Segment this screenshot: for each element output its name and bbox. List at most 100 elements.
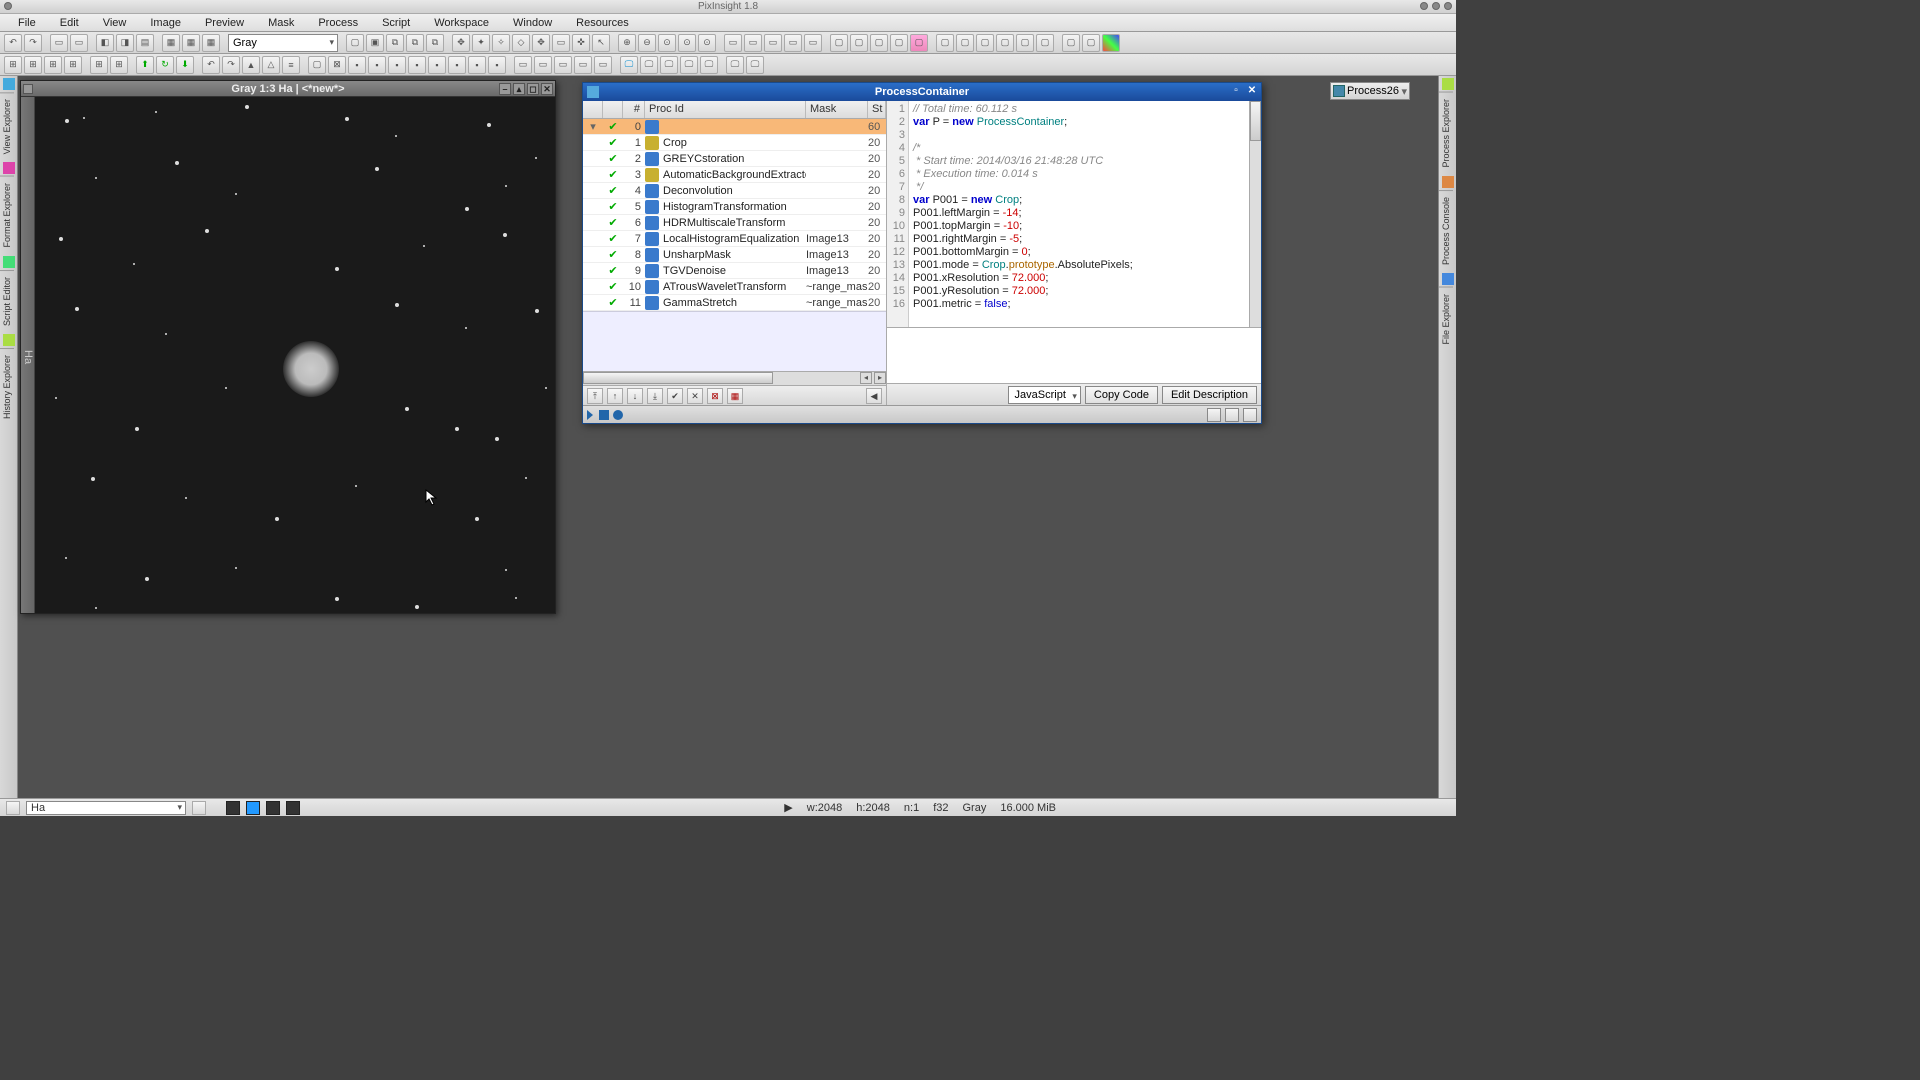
undo-icon[interactable]: ↶ [4, 34, 22, 52]
move-down-icon[interactable]: ↓ [627, 388, 643, 404]
tb-btn[interactable]: ▪ [468, 56, 486, 74]
scroll-left-icon[interactable]: ◂ [860, 372, 872, 384]
tb-btn[interactable]: ▢ [996, 34, 1014, 52]
tb-btn[interactable]: ▢ [1036, 34, 1054, 52]
tb-btn[interactable]: ✥ [532, 34, 550, 52]
tb-btn[interactable]: ▭ [804, 34, 822, 52]
zoom-in-icon[interactable]: ⊕ [618, 34, 636, 52]
tb-btn[interactable]: ≡ [282, 56, 300, 74]
menu-view[interactable]: View [91, 15, 139, 31]
menu-workspace[interactable]: Workspace [422, 15, 501, 31]
tb-btn[interactable]: ⧉ [426, 34, 444, 52]
process-row[interactable]: ✔2GREYCstoration20 [583, 151, 886, 167]
menu-file[interactable]: File [6, 15, 48, 31]
panel-tab-process-console[interactable]: Process Console [1439, 190, 1453, 271]
status-btn[interactable] [6, 801, 20, 815]
panel-tab-view-explorer[interactable]: View Explorer [0, 92, 14, 160]
grid-icon[interactable]: ⊞ [44, 56, 62, 74]
collapse-icon[interactable]: ◀ [866, 388, 882, 404]
tb-btn[interactable]: ▭ [724, 34, 742, 52]
menu-script[interactable]: Script [370, 15, 422, 31]
move-up-icon[interactable]: ↑ [607, 388, 623, 404]
code-source[interactable]: // Total time: 60.112 s var P = new Proc… [909, 101, 1261, 327]
process-row[interactable]: ▾✔060 [583, 119, 886, 135]
tb-btn[interactable]: ▦ [202, 34, 220, 52]
tb-btn[interactable]: ▭ [784, 34, 802, 52]
panel-icon[interactable] [1442, 273, 1454, 285]
code-editor[interactable]: 12345678910111213141516 // Total time: 6… [887, 101, 1261, 327]
pointer-icon[interactable]: ↖ [592, 34, 610, 52]
clear-icon[interactable]: ▦ [727, 388, 743, 404]
status-btn[interactable] [192, 801, 206, 815]
zoom-level-1[interactable] [226, 801, 240, 815]
browse-doc-icon[interactable] [1207, 408, 1221, 422]
tb-btn[interactable]: ▪ [368, 56, 386, 74]
tb-btn[interactable]: ▤ [136, 34, 154, 52]
scrollbar-thumb[interactable] [1250, 101, 1261, 141]
panel-tab-history-explorer[interactable]: History Explorer [0, 348, 14, 425]
menu-resources[interactable]: Resources [564, 15, 641, 31]
menu-process[interactable]: Process [306, 15, 370, 31]
process-container-window[interactable]: ProcessContainer ▫ ✕ # Proc Id Mask St ▾… [582, 82, 1262, 424]
tb-btn[interactable]: ↻ [156, 56, 174, 74]
image-channel-tab[interactable]: Ha [21, 97, 35, 613]
play-icon[interactable]: ▶ [784, 801, 792, 814]
minimize-icon[interactable]: – [499, 83, 511, 95]
process-row[interactable]: ✔3AutomaticBackgroundExtractor20 [583, 167, 886, 183]
process-container-titlebar[interactable]: ProcessContainer ▫ ✕ [583, 83, 1261, 101]
description-box[interactable] [887, 327, 1261, 383]
move-bottom-icon[interactable]: ⤓ [647, 388, 663, 404]
panel-tab-format-explorer[interactable]: Format Explorer [0, 176, 14, 254]
zoom-level-3[interactable] [266, 801, 280, 815]
copy-code-button[interactable]: Copy Code [1085, 386, 1158, 404]
panel-icon[interactable] [1442, 78, 1454, 90]
zoom-icon[interactable]: ⊙ [698, 34, 716, 52]
screen-icon[interactable]: 🖵 [746, 56, 764, 74]
colorspace-combo[interactable]: Gray [228, 34, 338, 52]
tb-btn[interactable]: ▢ [346, 34, 364, 52]
shade-icon[interactable]: ▴ [513, 83, 525, 95]
col-mask[interactable]: Mask [806, 101, 868, 118]
tb-btn[interactable]: ⧉ [386, 34, 404, 52]
apply-global-icon[interactable] [599, 410, 609, 420]
tb-btn[interactable]: ▢ [308, 56, 326, 74]
tb-btn[interactable]: ◨ [116, 34, 134, 52]
tb-btn[interactable]: ▢ [1016, 34, 1034, 52]
tb-btn[interactable]: ▪ [448, 56, 466, 74]
remove-icon[interactable]: ✕ [687, 388, 703, 404]
tb-btn[interactable]: ▭ [70, 34, 88, 52]
zoom-icon[interactable]: ⊙ [658, 34, 676, 52]
grid-icon[interactable]: ⊞ [24, 56, 42, 74]
tb-btn[interactable]: ▦ [162, 34, 180, 52]
tb-btn[interactable]: ◧ [96, 34, 114, 52]
image-window-titlebar[interactable]: Gray 1:3 Ha | <*new*> – ▴ ◻ ✕ [21, 81, 555, 97]
tb-btn[interactable]: ◇ [512, 34, 530, 52]
check-icon[interactable]: ✔ [667, 388, 683, 404]
screen-icon[interactable]: 🖵 [640, 56, 658, 74]
v-scrollbar[interactable] [1249, 101, 1261, 327]
tb-btn[interactable]: ↷ [222, 56, 240, 74]
process-row[interactable]: ✔1Crop20 [583, 135, 886, 151]
screen-icon[interactable]: 🖵 [700, 56, 718, 74]
tb-btn[interactable]: ▪ [428, 56, 446, 74]
tb-btn[interactable]: ⧉ [406, 34, 424, 52]
process-row[interactable]: ✔7LocalHistogramEqualizationImage1320 [583, 231, 886, 247]
image-canvas[interactable] [35, 97, 555, 613]
tb-btn[interactable]: ▭ [50, 34, 68, 52]
tb-btn[interactable]: ▭ [764, 34, 782, 52]
tb-btn[interactable]: ▢ [830, 34, 848, 52]
tb-btn[interactable]: ▭ [514, 56, 532, 74]
delete-icon[interactable]: ⊠ [707, 388, 723, 404]
min-icon[interactable] [1420, 2, 1428, 10]
move-top-icon[interactable]: ⤒ [587, 388, 603, 404]
process-row[interactable]: ✔8UnsharpMaskImage1320 [583, 247, 886, 263]
tb-btn[interactable]: ▦ [182, 34, 200, 52]
apply-icon[interactable] [587, 410, 593, 420]
max-icon[interactable] [1432, 2, 1440, 10]
scroll-right-icon[interactable]: ▸ [874, 372, 886, 384]
close-icon[interactable] [1444, 2, 1452, 10]
menu-window[interactable]: Window [501, 15, 564, 31]
menu-edit[interactable]: Edit [48, 15, 91, 31]
close-icon[interactable]: ✕ [541, 83, 553, 95]
image-window[interactable]: Gray 1:3 Ha | <*new*> – ▴ ◻ ✕ Ha [20, 80, 556, 614]
